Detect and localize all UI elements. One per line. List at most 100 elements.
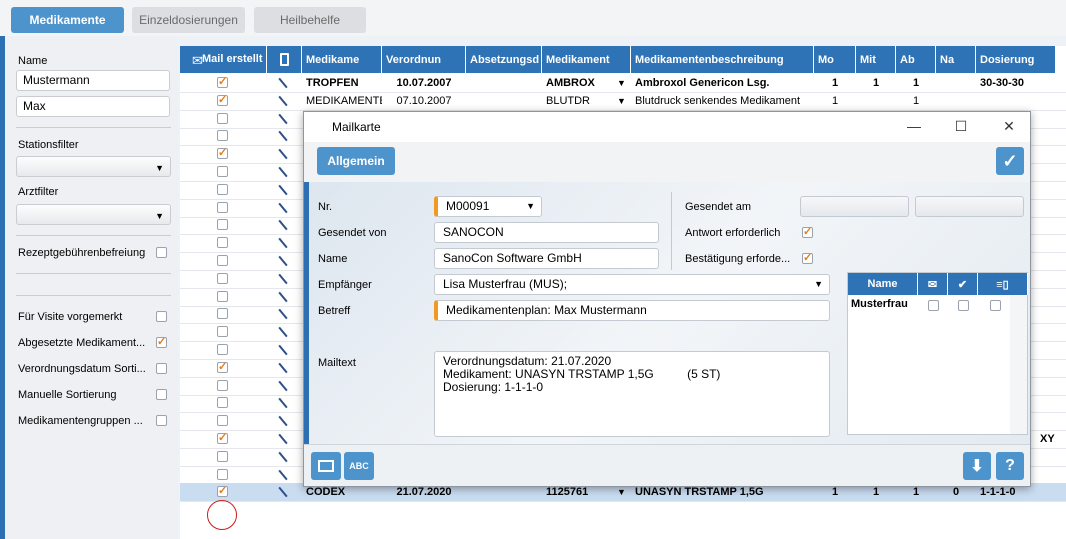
edit-pen-icon[interactable] xyxy=(278,166,288,178)
mail-created-checkbox[interactable] xyxy=(217,360,228,373)
edit-pen-icon[interactable] xyxy=(278,131,288,142)
table-row[interactable]: TROPFEN10.07.2007AMBROX▼Ambroxol Generic… xyxy=(180,74,1066,93)
recipient-confirmed-checkbox[interactable] xyxy=(958,300,969,311)
mail-created-checkbox[interactable] xyxy=(217,484,228,498)
bestaetigung-checkbox[interactable] xyxy=(802,251,813,264)
mail-created-checkbox[interactable] xyxy=(217,237,228,249)
mail-created-checkbox[interactable] xyxy=(217,397,228,409)
mail-created-checkbox[interactable] xyxy=(217,431,228,444)
attachment-icon[interactable]: ≡▯ xyxy=(978,273,1028,295)
edit-pen-icon[interactable] xyxy=(278,344,288,356)
mail-created-checkbox[interactable] xyxy=(217,468,228,480)
mail-created-checkbox[interactable] xyxy=(217,75,228,88)
envelope-open-icon[interactable]: ✉ xyxy=(918,273,948,295)
scrollbar[interactable] xyxy=(1010,295,1027,434)
recipient-col-name[interactable]: Name xyxy=(848,273,918,295)
option-checkbox[interactable] xyxy=(156,363,167,374)
edit-pen-icon[interactable] xyxy=(278,380,288,391)
option-checkbox[interactable] xyxy=(156,335,167,348)
col-header-mi[interactable]: Mit xyxy=(856,46,896,73)
betreff-field[interactable]: Medikamentenplan: Max Mustermann xyxy=(434,300,830,321)
mail-created-checkbox[interactable] xyxy=(217,379,228,391)
edit-pen-icon[interactable] xyxy=(278,487,288,498)
mail-created-checkbox[interactable] xyxy=(217,201,228,213)
mail-created-checkbox[interactable] xyxy=(217,112,228,124)
col-header-dosierung[interactable]: Dosierung xyxy=(976,46,1056,73)
col-header-na[interactable]: Na xyxy=(936,46,976,73)
edit-pen-icon[interactable] xyxy=(278,113,288,124)
edit-pen-icon[interactable] xyxy=(278,77,288,89)
mail-created-checkbox[interactable] xyxy=(217,166,228,177)
edit-pen-icon[interactable] xyxy=(278,291,288,302)
option-checkbox[interactable] xyxy=(156,311,167,322)
edit-pen-icon[interactable] xyxy=(278,148,288,160)
col-header-absetzung[interactable]: Absetzungsd xyxy=(466,46,542,73)
confirm-check-button[interactable]: ✓ xyxy=(996,147,1024,175)
allgemein-button[interactable]: Allgemein xyxy=(317,147,395,175)
option-checkbox[interactable] xyxy=(156,389,167,400)
edit-pen-icon[interactable] xyxy=(278,202,288,213)
firstname-field[interactable]: Max xyxy=(16,96,170,117)
edit-pen-icon[interactable] xyxy=(278,273,288,285)
mail-created-checkbox[interactable] xyxy=(217,146,228,160)
option-checkbox[interactable] xyxy=(156,415,167,426)
help-icon[interactable]: ? xyxy=(996,452,1024,480)
mail-created-checkbox[interactable] xyxy=(217,219,228,231)
col-header-doc[interactable] xyxy=(267,46,302,73)
spellcheck-button[interactable]: ABC xyxy=(344,452,374,480)
recipient-attach-checkbox[interactable] xyxy=(990,300,1001,311)
recipient-read-checkbox[interactable] xyxy=(928,300,939,311)
edit-pen-icon[interactable] xyxy=(278,184,288,196)
chevron-down-icon[interactable]: ▼ xyxy=(617,92,626,111)
edit-pen-icon[interactable] xyxy=(278,237,288,249)
close-icon[interactable]: ✕ xyxy=(999,118,1019,135)
gesendet-am-date[interactable] xyxy=(800,196,909,217)
gesendet-von-field[interactable]: SANOCON xyxy=(434,222,659,243)
edit-pen-icon[interactable] xyxy=(278,398,288,409)
col-header-medikament[interactable]: Medikament xyxy=(542,46,631,73)
col-header-verordnung[interactable]: Verordnun xyxy=(382,46,466,73)
tab-medikamente[interactable]: Medikamente xyxy=(11,7,124,33)
tab-heilbehelfe[interactable]: Heilbehelfe xyxy=(254,7,366,33)
col-header-ab[interactable]: Ab xyxy=(896,46,936,73)
edit-pen-icon[interactable] xyxy=(278,220,288,231)
mailtext-area[interactable]: Verordnungsdatum: 21.07.2020 Medikament:… xyxy=(434,351,830,437)
edit-pen-icon[interactable] xyxy=(278,433,288,445)
empfaenger-select[interactable]: Lisa Musterfrau (MUS); ▼ xyxy=(434,274,830,295)
check-circle-icon[interactable]: ✔ xyxy=(948,273,978,295)
edit-pen-icon[interactable] xyxy=(278,469,288,480)
edit-pen-icon[interactable] xyxy=(278,415,288,427)
gesendet-am-time[interactable] xyxy=(915,196,1024,217)
edit-pen-icon[interactable] xyxy=(278,326,288,338)
col-header-mo[interactable]: Mo xyxy=(814,46,856,73)
mail-created-checkbox[interactable] xyxy=(217,450,228,462)
col-header-medikamentart[interactable]: Medikame xyxy=(302,46,382,73)
edit-pen-icon[interactable] xyxy=(278,255,288,267)
edit-pen-icon[interactable] xyxy=(278,95,288,107)
mail-created-checkbox[interactable] xyxy=(217,326,228,338)
antwort-checkbox[interactable] xyxy=(802,225,813,238)
mail-created-checkbox[interactable] xyxy=(217,272,228,284)
lastname-field[interactable]: Mustermann xyxy=(16,70,170,91)
chevron-down-icon[interactable]: ▼ xyxy=(617,74,626,93)
table-row[interactable]: MEDIKAMENTE07.10.2007BLUTDR▼Blutdruck se… xyxy=(180,92,1066,111)
arztfilter-select[interactable]: ▼ xyxy=(16,204,171,225)
mail-created-checkbox[interactable] xyxy=(217,183,228,195)
edit-pen-icon[interactable] xyxy=(278,309,288,320)
rezeptgebuehr-checkbox[interactable] xyxy=(156,247,167,258)
edit-pen-icon[interactable] xyxy=(278,451,288,463)
minimize-icon[interactable]: — xyxy=(904,118,924,134)
edit-pen-icon[interactable] xyxy=(278,362,288,374)
recipient-name[interactable]: Musterfrau xyxy=(851,298,908,310)
mail-created-checkbox[interactable] xyxy=(217,290,228,302)
sender-name-field[interactable]: SanoCon Software GmbH xyxy=(434,248,659,269)
mail-created-checkbox[interactable] xyxy=(217,344,228,355)
download-arrow-icon[interactable]: ⬇ xyxy=(963,452,991,480)
maximize-icon[interactable]: ☐ xyxy=(951,118,971,135)
mail-created-checkbox[interactable] xyxy=(217,415,228,427)
mail-created-checkbox[interactable] xyxy=(217,130,228,142)
nr-select[interactable]: M00091 ▼ xyxy=(434,196,542,217)
stationsfilter-select[interactable]: ▼ xyxy=(16,156,171,177)
col-header-beschreibung[interactable]: Medikamentenbeschreibung xyxy=(631,46,814,73)
mail-created-checkbox[interactable] xyxy=(217,255,228,266)
